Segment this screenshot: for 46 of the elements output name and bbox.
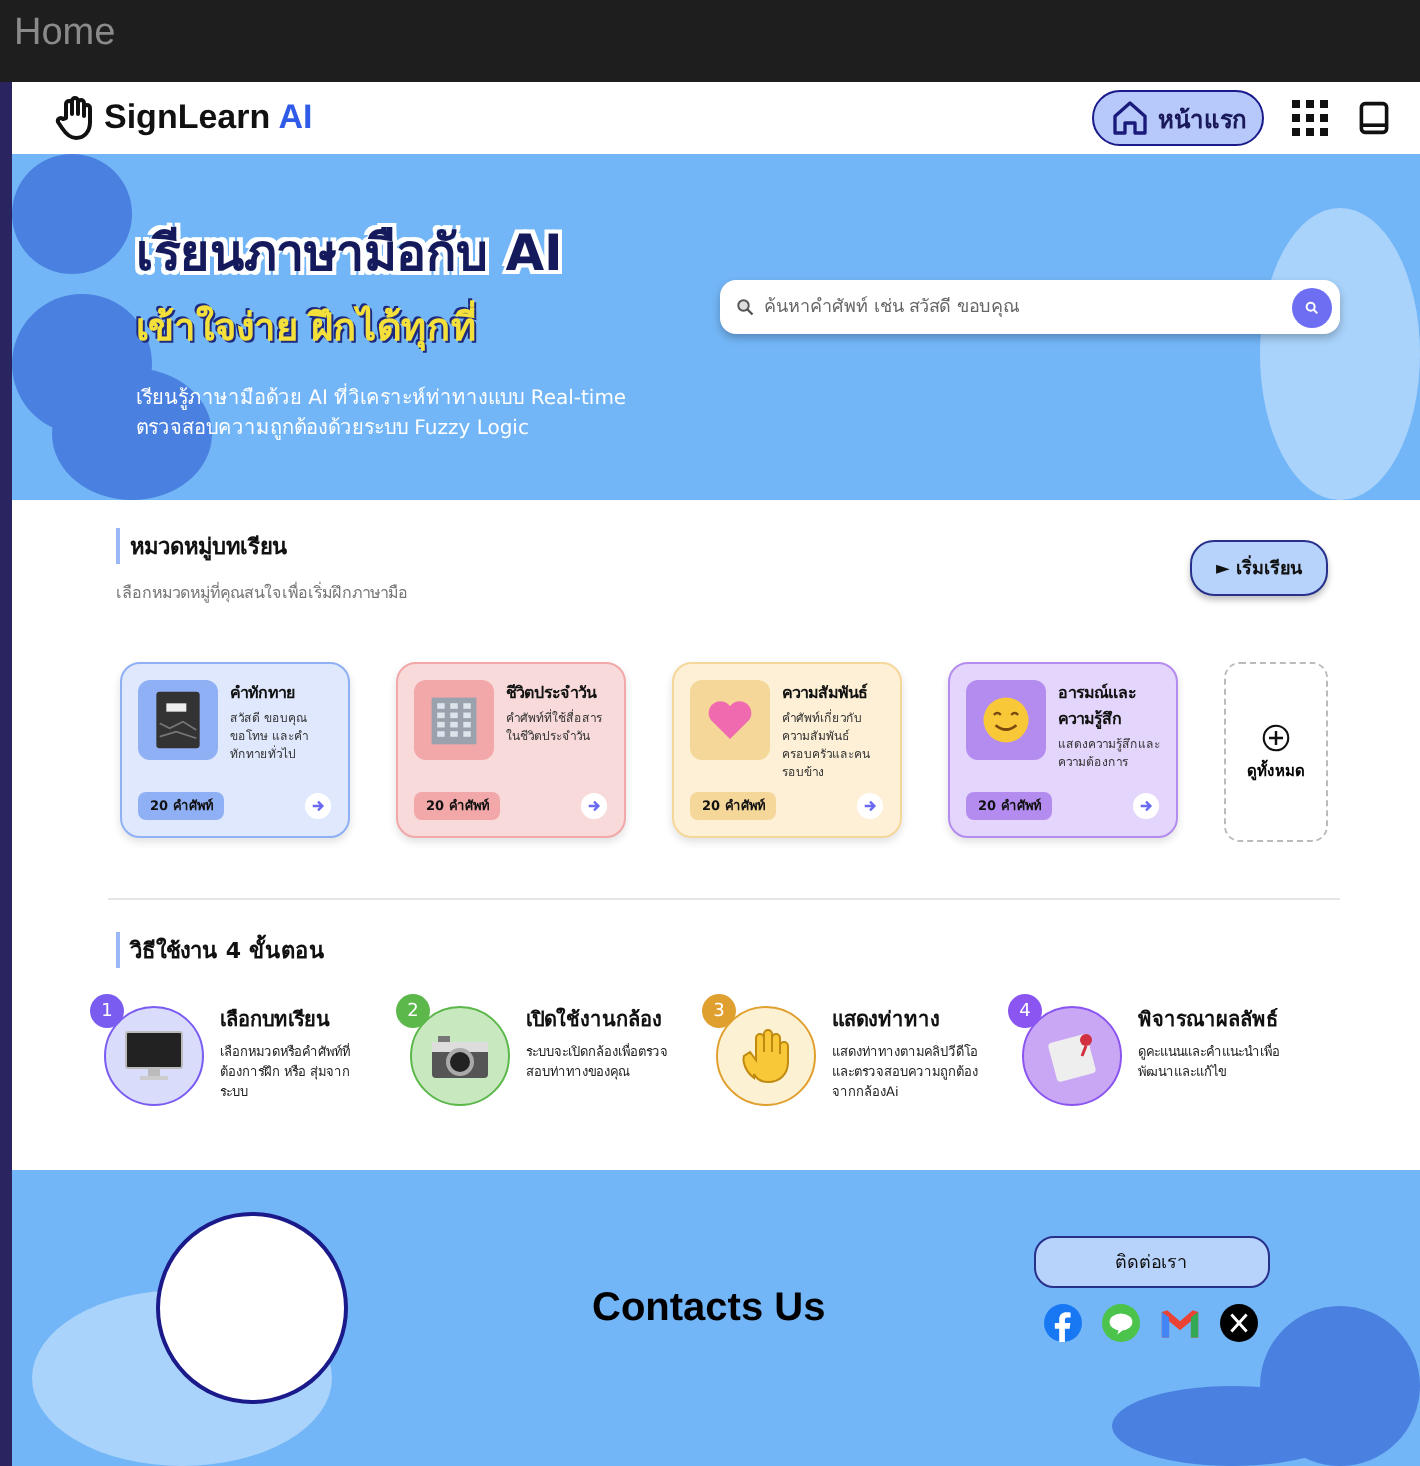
book-icon[interactable] xyxy=(1356,100,1392,136)
section-subtitle: เลือกหมวดหมู่ที่คุณสนใจเพื่อเริ่มฝึกภาษามือ xyxy=(116,580,408,606)
home-icon xyxy=(1110,98,1150,138)
step-title: แสดงท่าทาง xyxy=(832,1008,942,1034)
chat-icon[interactable] xyxy=(1102,1303,1141,1341)
grid-menu-icon[interactable] xyxy=(1292,100,1328,136)
hero-description: เรียนรู้ภาษามือด้วย AI ที่วิเคราะห์ท่าทางแบบ Real-time xyxy=(136,383,627,413)
start-learning-button[interactable]: ► เริ่มเรียน xyxy=(1189,539,1328,595)
search-icon xyxy=(736,298,754,316)
category-title: ความสัมพันธ์ xyxy=(782,681,870,706)
cloud-shape xyxy=(12,154,132,274)
monitor-icon xyxy=(124,1030,184,1082)
section-title: วิธีใช้งาน 4 ขั้นตอน xyxy=(116,932,1328,968)
category-title: ชีวิตประจำวัน xyxy=(506,682,599,706)
search-button[interactable] xyxy=(1292,287,1332,327)
step-title: เปิดใช้งานกล้อง xyxy=(526,1005,664,1034)
plus-icon xyxy=(1262,723,1290,751)
search-icon xyxy=(1304,299,1320,315)
category-title: คำทักทาย xyxy=(230,682,298,706)
category-title: อารมณ์และความรู้สึก xyxy=(1058,681,1138,732)
notebook-icon xyxy=(152,690,204,750)
step-number: 4 xyxy=(1008,994,1042,1028)
smiley-icon xyxy=(980,694,1032,746)
step-number: 3 xyxy=(702,994,736,1028)
building-icon xyxy=(426,692,482,748)
enter-icon[interactable] xyxy=(580,792,608,820)
step-number: 1 xyxy=(90,994,124,1028)
enter-icon[interactable] xyxy=(856,792,884,820)
contact-button[interactable]: ติดต่อเรา xyxy=(1033,1235,1270,1287)
section-title: หมวดหมู่บทเรียน xyxy=(116,528,408,564)
enter-icon[interactable] xyxy=(1132,792,1160,820)
step-title: พิจารณาผลลัพธ์ xyxy=(1138,1006,1280,1034)
hero-subtitle: เข้าใจง่าย ฝึกได้ทุกที่ xyxy=(136,295,627,355)
search-field[interactable]: ค้นหาคำศัพท์ เช่น สวัสดี ขอบคุณ xyxy=(720,280,1340,334)
footer-title: Contacts Us xyxy=(592,1285,826,1331)
hero-title: เรียนภาษามือกับ AI xyxy=(136,221,565,285)
home-button[interactable]: หน้าแรก xyxy=(1092,90,1264,146)
facebook-icon[interactable] xyxy=(1044,1303,1083,1341)
enter-icon[interactable] xyxy=(304,792,332,820)
window-title: Home xyxy=(14,12,116,56)
logo-text: SignLearn AI xyxy=(104,98,313,138)
step-number: 2 xyxy=(396,994,430,1028)
hero-description: ตรวจสอบความถูกต้องด้วยระบบ Fuzzy Logic xyxy=(136,415,531,443)
step-title: เลือกบทเรียน xyxy=(220,1006,332,1034)
x-icon[interactable] xyxy=(1220,1303,1259,1341)
camera-icon xyxy=(430,1032,490,1080)
